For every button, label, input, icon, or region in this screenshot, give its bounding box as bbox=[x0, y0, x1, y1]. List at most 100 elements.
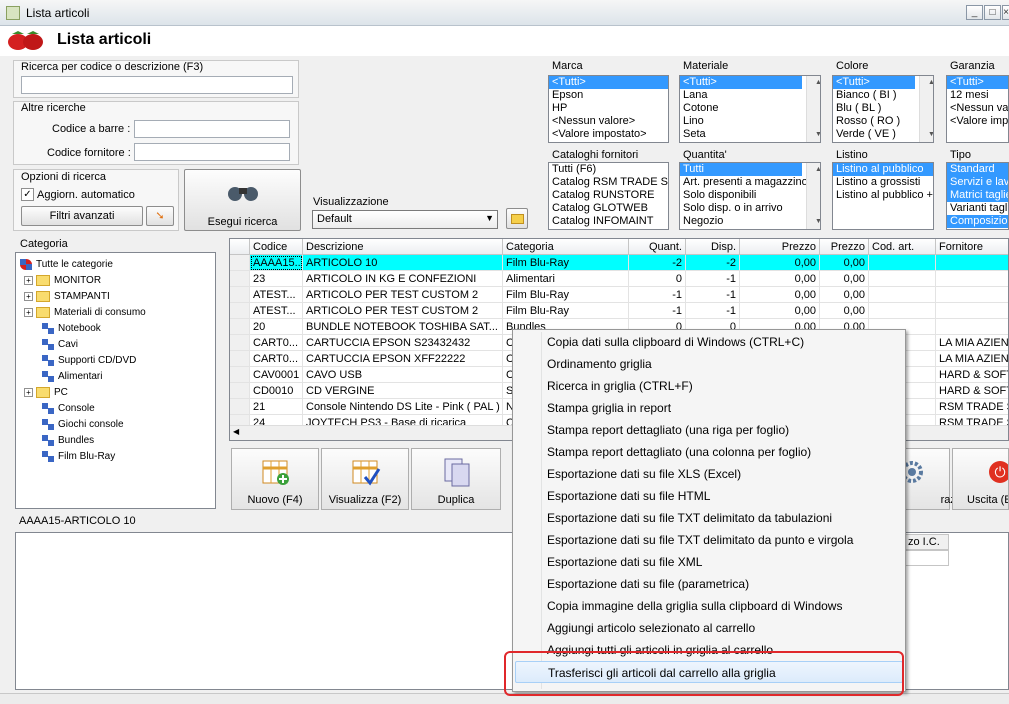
list-item[interactable]: Rosso ( RO ) bbox=[833, 115, 933, 128]
new-button[interactable]: Nuovo (F4) bbox=[231, 448, 319, 510]
list-item[interactable]: Matrici taglie bbox=[947, 189, 1008, 202]
row-indicator[interactable] bbox=[230, 319, 250, 335]
list-item[interactable]: <Nessun val bbox=[947, 102, 1008, 115]
filter-arrow-button[interactable]: ➘ bbox=[146, 206, 174, 226]
close-button[interactable]: × bbox=[1002, 5, 1009, 20]
warranty-list[interactable]: <Tutti> 12 mesi <Nessun val <Valore impo bbox=[946, 75, 1009, 143]
advanced-filters-button[interactable]: Filtri avanzati bbox=[21, 206, 143, 226]
quantity-scrollbar[interactable]: ▲▼ bbox=[806, 163, 820, 229]
barcode-input[interactable] bbox=[134, 120, 290, 138]
list-item[interactable]: Listino a grossisti bbox=[833, 176, 933, 189]
list-item[interactable]: Catalog RSM TRADE S bbox=[549, 176, 668, 189]
menu-item-copy-clipboard[interactable]: Copia dati sulla clipboard di Windows (C… bbox=[515, 331, 903, 353]
execute-search-button[interactable]: Esegui ricerca bbox=[184, 169, 301, 231]
menu-item-print-grid[interactable]: Stampa griglia in report bbox=[515, 397, 903, 419]
column-header-price1[interactable]: Prezzo bbox=[740, 239, 820, 255]
list-item[interactable]: Catalog RUNSTORE bbox=[549, 189, 668, 202]
table-row[interactable]: ATEST... ARTICOLO PER TEST CUSTOM 2 Film B… bbox=[230, 303, 1008, 319]
menu-item-export-html[interactable]: Esportazione dati su file HTML bbox=[515, 485, 903, 507]
row-indicator[interactable] bbox=[230, 271, 250, 287]
table-row[interactable]: AAAA15... ARTICOLO 10 Film Blu-Ray -2 -2 0,00… bbox=[230, 255, 1008, 271]
list-item[interactable]: Negozio bbox=[680, 215, 820, 228]
scroll-up-icon[interactable]: ▲ bbox=[810, 163, 820, 177]
expand-icon[interactable]: + bbox=[24, 275, 33, 285]
list-item[interactable]: Seta bbox=[680, 128, 820, 141]
column-header-available[interactable]: Disp. bbox=[686, 239, 740, 255]
list-item[interactable]: Varianti taglie bbox=[947, 202, 1008, 215]
view-select[interactable]: Default ▼ bbox=[312, 210, 498, 229]
list-item[interactable]: HP bbox=[549, 102, 668, 115]
column-header-description[interactable]: Descrizione bbox=[303, 239, 503, 255]
tree-root[interactable]: Tutte le categorie bbox=[20, 257, 113, 273]
column-header-price2[interactable]: Prezzo bbox=[820, 239, 869, 255]
list-item[interactable]: Listino al pubblico bbox=[833, 163, 933, 176]
tree-item-materiali[interactable]: + Materiali di consumo bbox=[24, 305, 146, 321]
tree-item-bundles[interactable]: Bundles bbox=[42, 433, 94, 449]
column-header-category[interactable]: Categoria bbox=[503, 239, 629, 255]
row-indicator[interactable] bbox=[230, 383, 250, 399]
brand-list[interactable]: <Tutti> Epson HP <Nessun valore> <Valore… bbox=[548, 75, 669, 143]
column-header-quantity[interactable]: Quant. bbox=[629, 239, 686, 255]
list-item[interactable]: <Nessun valore> bbox=[549, 115, 668, 128]
tree-item-bluray[interactable]: Film Blu-Ray bbox=[42, 449, 115, 465]
category-tree[interactable]: Tutte le categorie + MONITOR + STAMPANTI +… bbox=[15, 252, 216, 509]
tree-item-stampanti[interactable]: + STAMPANTI bbox=[24, 289, 110, 305]
list-item[interactable]: Verde ( VE ) bbox=[833, 128, 933, 141]
table-row[interactable]: 23 ARTICOLO IN KG E CONFEZIONI Alimentari 0… bbox=[230, 271, 1008, 287]
list-item[interactable]: Listino al pubblico + bbox=[833, 189, 933, 202]
tree-item-notebook[interactable]: Notebook bbox=[42, 321, 101, 337]
list-item[interactable]: Standard bbox=[947, 163, 1008, 176]
view-button[interactable]: Visualizza (F2) bbox=[321, 448, 409, 510]
tree-item-pc[interactable]: + PC bbox=[24, 385, 68, 401]
list-item[interactable]: Solo disp. o in arrivo bbox=[680, 202, 820, 215]
duplicate-button[interactable]: Duplica bbox=[411, 448, 501, 510]
list-item[interactable]: <Valore impostato> bbox=[549, 128, 668, 141]
row-indicator[interactable] bbox=[230, 255, 250, 271]
list-item[interactable]: Blu ( BL ) bbox=[833, 102, 933, 115]
scroll-down-icon[interactable]: ▼ bbox=[810, 215, 820, 229]
list-item[interactable]: Art. presenti a magazzino bbox=[680, 176, 820, 189]
list-item[interactable]: Tutti (F6) bbox=[549, 163, 668, 176]
tree-item-supporti[interactable]: Supporti CD/DVD bbox=[42, 353, 136, 369]
menu-item-search-grid[interactable]: Ricerca in griglia (CTRL+F) bbox=[515, 375, 903, 397]
pricelist-list[interactable]: Listino al pubblico Listino a grossisti … bbox=[832, 162, 934, 230]
table-row[interactable]: ATEST... ARTICOLO PER TEST CUSTOM 2 Film B… bbox=[230, 287, 1008, 303]
column-header-supplier[interactable]: Fornitore bbox=[936, 239, 1008, 255]
list-item[interactable]: Composizioni bbox=[947, 215, 1008, 228]
row-indicator[interactable] bbox=[230, 335, 250, 351]
list-item[interactable]: <Tutti> bbox=[833, 76, 915, 89]
menu-item-sort-grid[interactable]: Ordinamento griglia bbox=[515, 353, 903, 375]
row-indicator[interactable] bbox=[230, 351, 250, 367]
material-scrollbar[interactable]: ▲▼ bbox=[806, 76, 820, 142]
list-item[interactable]: Solo disponibili bbox=[680, 189, 820, 202]
list-item[interactable]: Epson bbox=[549, 89, 668, 102]
item-type-list[interactable]: Standard Servizi e lavo Matrici taglie V… bbox=[946, 162, 1009, 230]
tree-item-monitor[interactable]: + MONITOR bbox=[24, 273, 101, 289]
menu-item-export-xml[interactable]: Esportazione dati su file XML bbox=[515, 551, 903, 573]
menu-item-export-txt-semicolon[interactable]: Esportazione dati su file TXT delimitato… bbox=[515, 529, 903, 551]
list-item[interactable]: <Valore impo bbox=[947, 115, 1008, 128]
quantity-list[interactable]: Tutti Art. presenti a magazzino Solo dis… bbox=[679, 162, 821, 230]
list-item[interactable]: Catalog GLOTWEB bbox=[549, 202, 668, 215]
list-item[interactable]: <Tutti> bbox=[947, 76, 1008, 89]
scroll-down-icon[interactable]: ▼ bbox=[923, 128, 933, 142]
list-item[interactable]: Cotone bbox=[680, 102, 820, 115]
exit-button[interactable]: ⏻ Uscita (E bbox=[952, 448, 1009, 510]
menu-item-add-selected-cart[interactable]: Aggiungi articolo selezionato al carrell… bbox=[515, 617, 903, 639]
color-scrollbar[interactable]: ▲▼ bbox=[919, 76, 933, 142]
code-search-input[interactable] bbox=[21, 76, 293, 94]
scroll-down-icon[interactable]: ▼ bbox=[810, 128, 820, 142]
tree-item-giochi[interactable]: Giochi console bbox=[42, 417, 124, 433]
tree-item-alimentari[interactable]: Alimentari bbox=[42, 369, 102, 385]
expand-icon[interactable]: + bbox=[24, 307, 33, 317]
catalogs-list[interactable]: Tutti (F6) Catalog RSM TRADE S Catalog R… bbox=[548, 162, 669, 230]
menu-item-export-parametric[interactable]: Esportazione dati su file (parametrica) bbox=[515, 573, 903, 595]
row-indicator[interactable] bbox=[230, 303, 250, 319]
minimize-button[interactable]: _ bbox=[966, 5, 983, 20]
row-indicator[interactable] bbox=[230, 399, 250, 415]
list-item[interactable]: Servizi e lavo bbox=[947, 176, 1008, 189]
list-item[interactable]: Lana bbox=[680, 89, 820, 102]
list-item[interactable]: Bianco ( BI ) bbox=[833, 89, 933, 102]
color-list[interactable]: <Tutti> Bianco ( BI ) Blu ( BL ) Rosso (… bbox=[832, 75, 934, 143]
menu-item-export-txt-tab[interactable]: Esportazione dati su file TXT delimitato… bbox=[515, 507, 903, 529]
